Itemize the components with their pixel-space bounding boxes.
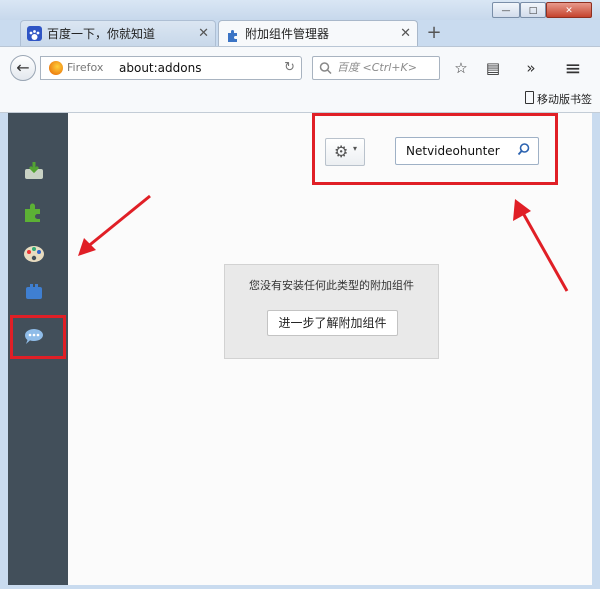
identity-label: Firefox — [67, 61, 104, 74]
chevron-down-icon: ▾ — [353, 144, 358, 153]
download-icon — [25, 162, 43, 179]
category-extensions[interactable] — [22, 201, 46, 225]
annotation-arrow-up — [513, 199, 569, 292]
overflow-icon[interactable]: » — [520, 57, 542, 79]
browser-window: — □ ✕ 百度一下，你就知道 ✕ 附加组件管理器 ✕ + ← Firefox … — [0, 0, 600, 589]
addons-search-field[interactable]: Netvideohunter — [395, 137, 539, 165]
search-icon[interactable] — [517, 142, 530, 162]
window-titlebar: — □ ✕ — [0, 0, 600, 20]
url-text[interactable]: about:addons — [119, 57, 201, 79]
new-tab-button[interactable]: + — [424, 20, 444, 46]
tab-baidu[interactable]: 百度一下，你就知道 ✕ — [20, 20, 216, 46]
close-tab-icon[interactable]: ✕ — [400, 21, 411, 47]
minimize-button[interactable]: — — [492, 2, 520, 18]
maximize-button[interactable]: □ — [520, 2, 546, 18]
highlight-box-sidebar — [10, 315, 66, 359]
puzzle-icon — [225, 26, 240, 42]
plugin-icon — [26, 284, 42, 299]
palette-icon — [24, 246, 44, 262]
library-icon[interactable]: ▤ — [482, 57, 504, 79]
url-bar[interactable]: Firefox about:addons ↻ — [40, 56, 302, 80]
category-plugins[interactable] — [22, 281, 46, 305]
search-value[interactable]: Netvideohunter — [406, 138, 500, 164]
tab-label: 百度一下，你就知道 — [47, 27, 156, 41]
mobile-bookmarks-label: 移动版书签 — [537, 93, 592, 106]
category-appearance[interactable] — [22, 241, 46, 265]
gear-icon: ⚙ — [334, 142, 349, 161]
search-placeholder: 百度 <Ctrl+K> — [337, 61, 417, 74]
phone-icon — [525, 91, 534, 104]
search-input[interactable]: 百度 <Ctrl+K> — [312, 56, 440, 80]
tab-addons-manager[interactable]: 附加组件管理器 ✕ — [218, 20, 418, 46]
tab-strip: 百度一下，你就知道 ✕ 附加组件管理器 ✕ + — [12, 20, 600, 46]
empty-state-panel: 您没有安装任何此类型的附加组件 进一步了解附加组件 — [224, 264, 439, 359]
close-tab-icon[interactable]: ✕ — [198, 21, 209, 47]
learn-more-button[interactable]: 进一步了解附加组件 — [267, 310, 398, 336]
annotation-arrow-left — [78, 194, 151, 256]
puzzle-icon — [25, 203, 40, 222]
paw-icon — [27, 26, 42, 41]
close-window-button[interactable]: ✕ — [546, 2, 592, 18]
category-sidebar — [8, 113, 68, 585]
navigation-toolbar: ← Firefox about:addons ↻ 百度 <Ctrl+K> ☆ ▤… — [0, 46, 600, 89]
category-get-addons[interactable] — [22, 159, 46, 183]
empty-message: 您没有安装任何此类型的附加组件 — [249, 279, 414, 292]
search-icon — [319, 59, 332, 81]
back-button[interactable]: ← — [10, 55, 36, 81]
tools-menu-button[interactable]: ⚙ ▾ — [325, 138, 365, 166]
menu-icon[interactable]: ≡ — [562, 57, 584, 79]
reload-icon[interactable]: ↻ — [284, 57, 295, 79]
mobile-bookmarks[interactable]: 移动版书签 — [525, 88, 592, 112]
firefox-icon — [49, 61, 63, 75]
tab-label: 附加组件管理器 — [245, 27, 330, 41]
star-icon[interactable]: ☆ — [450, 57, 472, 79]
bookmarks-toolbar: 移动版书签 — [0, 88, 600, 113]
